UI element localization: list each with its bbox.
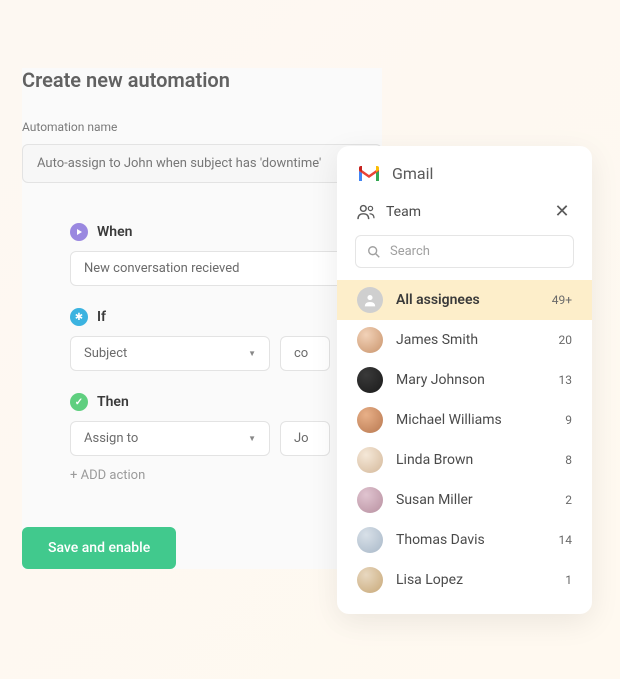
if-section: If Subject ▼ co bbox=[70, 308, 380, 371]
assignee-row[interactable]: Lisa Lopez 1 bbox=[337, 560, 592, 600]
assignee-name: Susan Miller bbox=[396, 492, 552, 508]
assignee-count: 14 bbox=[559, 533, 573, 547]
assignee-name: Michael Williams bbox=[396, 412, 552, 428]
avatar bbox=[357, 447, 383, 473]
search-placeholder: Search bbox=[390, 244, 430, 259]
when-trigger-value: New conversation recieved bbox=[84, 261, 239, 276]
automation-name-label: Automation name bbox=[22, 120, 382, 134]
assignee-count: 1 bbox=[565, 573, 572, 587]
if-operator-select[interactable]: co bbox=[280, 336, 330, 371]
gmail-header: Gmail bbox=[337, 164, 592, 183]
assignee-count: 13 bbox=[559, 373, 573, 387]
assignee-row[interactable]: Thomas Davis 14 bbox=[337, 520, 592, 560]
gmail-app-name: Gmail bbox=[392, 164, 433, 183]
assignee-name: Thomas Davis bbox=[396, 532, 546, 548]
then-target-select[interactable]: Jo bbox=[280, 421, 330, 456]
team-header: Team ✕ bbox=[337, 203, 592, 221]
gear-icon bbox=[70, 308, 88, 326]
team-section-label: Team bbox=[386, 204, 421, 220]
assignee-name: Linda Brown bbox=[396, 452, 552, 468]
avatar bbox=[357, 567, 383, 593]
avatar bbox=[357, 367, 383, 393]
assignee-count: 2 bbox=[565, 493, 572, 507]
assignee-row[interactable]: Linda Brown 8 bbox=[337, 440, 592, 480]
search-input[interactable]: Search bbox=[355, 235, 574, 268]
check-icon bbox=[70, 393, 88, 411]
if-header: If bbox=[70, 308, 380, 326]
assignee-row[interactable]: James Smith 20 bbox=[337, 320, 592, 360]
then-action-select[interactable]: Assign to ▼ bbox=[70, 421, 270, 456]
team-icon bbox=[357, 204, 375, 220]
assignee-name: Lisa Lopez bbox=[396, 572, 552, 588]
team-popover: Gmail Team ✕ Search bbox=[337, 146, 592, 614]
avatar bbox=[357, 407, 383, 433]
when-label: When bbox=[97, 224, 132, 240]
assignee-name: Mary Johnson bbox=[396, 372, 546, 388]
avatar bbox=[357, 487, 383, 513]
avatar bbox=[357, 527, 383, 553]
automation-name-input[interactable] bbox=[22, 144, 382, 183]
assignee-all[interactable]: All assignees 49+ bbox=[337, 280, 592, 320]
assignee-count: 9 bbox=[565, 413, 572, 427]
assignee-row[interactable]: Michael Williams 9 bbox=[337, 400, 592, 440]
assignee-name: James Smith bbox=[396, 332, 546, 348]
chevron-down-icon: ▼ bbox=[248, 349, 256, 358]
add-action-button[interactable]: + ADD action bbox=[70, 468, 380, 483]
assignee-row[interactable]: Susan Miller 2 bbox=[337, 480, 592, 520]
play-icon bbox=[70, 223, 88, 241]
assignee-name: All assignees bbox=[396, 292, 539, 308]
if-label: If bbox=[97, 309, 106, 325]
then-target-value: Jo bbox=[294, 431, 309, 446]
if-field-select[interactable]: Subject ▼ bbox=[70, 336, 270, 371]
save-enable-button[interactable]: Save and enable bbox=[22, 527, 176, 569]
gmail-logo-icon bbox=[357, 165, 381, 183]
if-field-value: Subject bbox=[84, 346, 127, 361]
rules-block: When New conversation recieved If Subjec… bbox=[70, 223, 380, 569]
assignee-count: 49+ bbox=[552, 293, 572, 307]
close-icon[interactable]: ✕ bbox=[552, 203, 572, 221]
assignee-row[interactable]: Mary Johnson 13 bbox=[337, 360, 592, 400]
when-trigger-select[interactable]: New conversation recieved bbox=[70, 251, 380, 286]
then-header: Then bbox=[70, 393, 380, 411]
person-icon bbox=[357, 287, 383, 313]
assignee-count: 8 bbox=[565, 453, 572, 467]
search-icon bbox=[367, 245, 381, 259]
when-section: When New conversation recieved bbox=[70, 223, 380, 286]
then-section: Then Assign to ▼ Jo + ADD action bbox=[70, 393, 380, 483]
then-action-value: Assign to bbox=[84, 431, 138, 446]
page-title: Create new automation bbox=[22, 68, 382, 92]
chevron-down-icon: ▼ bbox=[248, 434, 256, 443]
when-header: When bbox=[70, 223, 380, 241]
automation-panel: Create new automation Automation name Wh… bbox=[22, 68, 382, 569]
if-operator-value: co bbox=[294, 346, 308, 361]
then-label: Then bbox=[97, 394, 129, 410]
assignee-count: 20 bbox=[559, 333, 573, 347]
avatar bbox=[357, 327, 383, 353]
